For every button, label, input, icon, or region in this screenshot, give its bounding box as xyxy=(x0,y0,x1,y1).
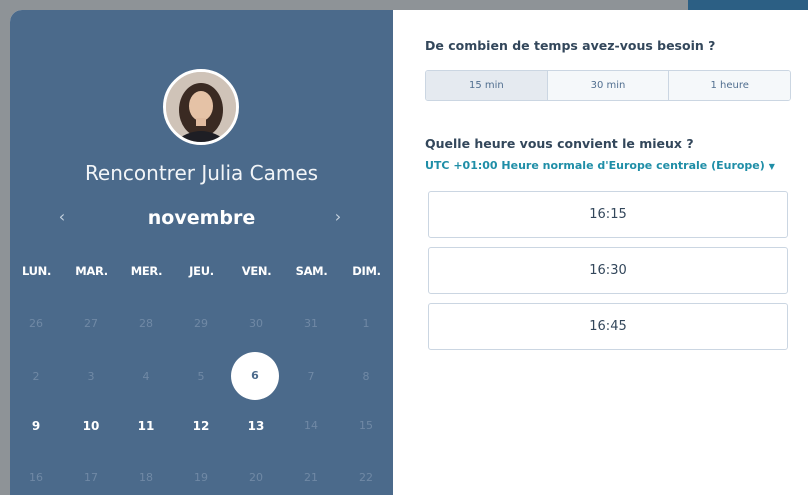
calendar-day: 17 xyxy=(84,471,98,484)
calendar-day: 30 xyxy=(249,317,263,330)
calendar-day: 29 xyxy=(194,317,208,330)
duration-option-30[interactable]: 30 min xyxy=(546,71,669,100)
scheduler-card: Rencontrer Julia Cames ‹ novembre › LUN.… xyxy=(10,10,808,495)
calendar-day: 5 xyxy=(197,370,205,383)
time-slot-button[interactable]: 16:15 xyxy=(428,191,788,238)
calendar-day: 15 xyxy=(359,419,373,432)
calendar-day: 4 xyxy=(142,370,150,383)
time-slot-button[interactable]: 16:45 xyxy=(428,303,788,350)
timezone-label: UTC +01:00 Heure normale d'Europe centra… xyxy=(425,159,765,172)
calendar-day: 21 xyxy=(304,471,318,484)
calendar-day: 14 xyxy=(304,419,318,432)
calendar-day: 19 xyxy=(194,471,208,484)
calendar-day: 2 xyxy=(32,370,40,383)
calendar-day: 3 xyxy=(87,370,95,383)
calendar-day: 28 xyxy=(139,317,153,330)
calendar-day[interactable]: 9 xyxy=(12,402,60,450)
calendar-grid: 26 27 28 29 30 31 1 2 3 4 5 6 7 8 9 10 1… xyxy=(10,10,393,495)
duration-option-60[interactable]: 1 heure xyxy=(668,71,790,100)
duration-option-15[interactable]: 15 min xyxy=(426,71,547,100)
duration-question: De combien de temps avez-vous besoin ? xyxy=(425,38,716,53)
time-slot-button[interactable]: 16:30 xyxy=(428,247,788,294)
time-question: Quelle heure vous convient le mieux ? xyxy=(425,136,694,151)
duration-selector: 15 min 30 min 1 heure xyxy=(425,70,791,101)
calendar-day: 22 xyxy=(359,471,373,484)
background-accent xyxy=(688,0,808,10)
calendar-panel: Rencontrer Julia Cames ‹ novembre › LUN.… xyxy=(10,10,393,495)
calendar-day: 26 xyxy=(29,317,43,330)
calendar-day[interactable]: 11 xyxy=(122,402,170,450)
calendar-day[interactable]: 13 xyxy=(232,402,280,450)
calendar-day[interactable]: 10 xyxy=(67,402,115,450)
calendar-day: 18 xyxy=(139,471,153,484)
calendar-day: 27 xyxy=(84,317,98,330)
calendar-day: 1 xyxy=(362,317,370,330)
calendar-day: 20 xyxy=(249,471,263,484)
timezone-dropdown[interactable]: UTC +01:00 Heure normale d'Europe centra… xyxy=(425,159,775,172)
booking-panel: De combien de temps avez-vous besoin ? 1… xyxy=(393,10,808,495)
calendar-day[interactable]: 12 xyxy=(177,402,225,450)
calendar-day: 31 xyxy=(304,317,318,330)
chevron-down-icon: ▼ xyxy=(768,162,775,171)
calendar-day: 8 xyxy=(362,370,370,383)
calendar-day-selected[interactable]: 6 xyxy=(231,352,279,400)
calendar-day: 7 xyxy=(307,370,315,383)
calendar-day: 16 xyxy=(29,471,43,484)
